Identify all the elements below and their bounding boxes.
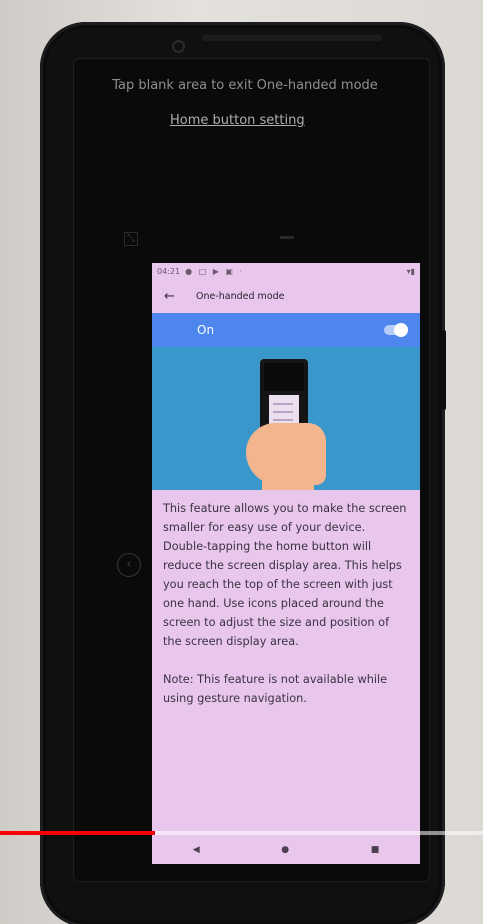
illustration-phone-top: [264, 363, 304, 391]
nav-recents-icon[interactable]: ■: [351, 845, 400, 855]
app-bar: ← One-handed mode: [152, 279, 420, 313]
switch-knob: [394, 323, 408, 337]
video-progress-bar[interactable]: [0, 831, 483, 835]
one-handed-switch[interactable]: [384, 323, 408, 337]
illustration-line: [273, 419, 293, 421]
page-title: One-handed mode: [196, 290, 285, 302]
resize-icon[interactable]: ⤡: [124, 232, 138, 246]
switch-side-icon[interactable]: ‹: [117, 553, 141, 577]
status-bar: 04:21 ● □ ▶ ▣ · ▾▮: [152, 263, 420, 279]
camera-icon: [172, 40, 185, 53]
toggle-label: On: [197, 323, 215, 337]
status-time: 04:21: [157, 266, 181, 276]
illustration-line: [273, 411, 293, 413]
nav-back-icon[interactable]: ◀: [173, 845, 220, 855]
back-arrow-icon[interactable]: ←: [164, 289, 180, 304]
notification-icons: ● □ ▶ ▣ ·: [185, 266, 245, 276]
illustration-line: [273, 403, 293, 405]
video-progress-played: [0, 831, 155, 835]
reduced-screen: 04:21 ● □ ▶ ▣ · ▾▮ ← One-handed mode On: [152, 263, 420, 864]
earpiece-speaker: [202, 35, 382, 41]
move-handle-icon[interactable]: [280, 236, 294, 239]
nav-home-icon[interactable]: ●: [261, 845, 309, 855]
signal-battery-icon: ▾▮: [406, 266, 415, 276]
illustration-wrist: [262, 467, 314, 490]
navigation-bar: ◀ ● ■: [152, 836, 420, 864]
exit-one-handed-hint: Tap blank area to exit One-handed mode: [112, 78, 378, 93]
home-button-setting-link[interactable]: Home button setting: [170, 113, 305, 128]
one-handed-toggle-row[interactable]: On: [152, 313, 420, 347]
power-button: [442, 330, 446, 410]
feature-description: This feature allows you to make the scre…: [152, 490, 420, 708]
note-text: Note: This feature is not available whil…: [163, 673, 388, 705]
one-handed-illustration: [152, 347, 420, 490]
video-frame: Tap blank area to exit One-handed mode H…: [0, 0, 483, 924]
description-text: This feature allows you to make the scre…: [163, 502, 407, 648]
